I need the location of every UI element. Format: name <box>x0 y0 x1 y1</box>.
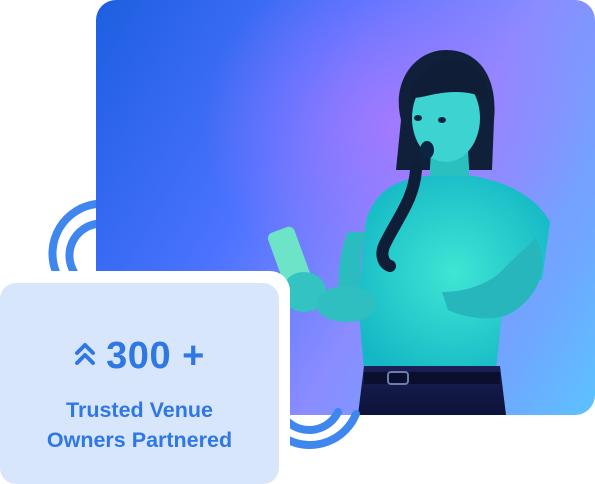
stats-card: 300 + Trusted Venue Owners Partnered <box>0 283 279 484</box>
stat-caption: Trusted Venue Owners Partnered <box>0 395 279 455</box>
double-chevron-up-icon <box>74 342 96 371</box>
stat-caption-line-1: Trusted Venue <box>66 398 213 422</box>
stat-caption-line-2: Owners Partnered <box>46 428 233 452</box>
stat-row: 300 + <box>0 335 279 378</box>
decorative-arcs-bottom <box>280 400 370 460</box>
stat-value: 300 + <box>106 335 205 377</box>
